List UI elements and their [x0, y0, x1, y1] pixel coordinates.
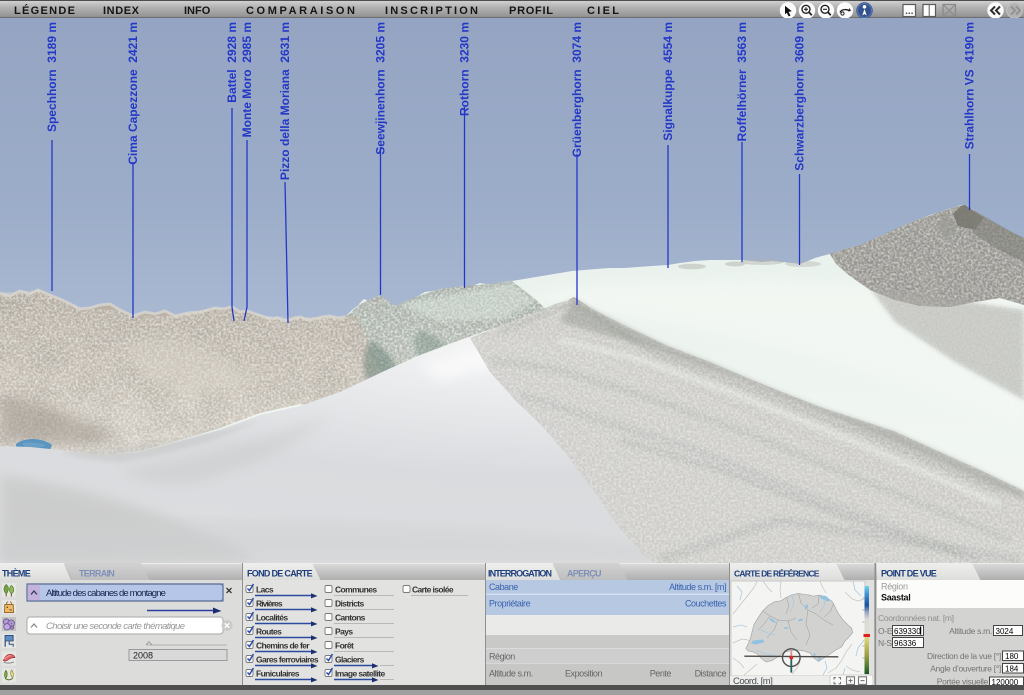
svg-text:Signalkuppe 4554 m: Signalkuppe 4554 m: [661, 22, 675, 141]
svg-text:Pente: Pente: [650, 669, 672, 679]
svg-text:INTERROGATION: INTERROGATION: [488, 569, 552, 579]
svg-text:Lacs: Lacs: [256, 584, 274, 594]
svg-text:Rothorn 3230 m: Rothorn 3230 m: [458, 22, 472, 116]
svg-text:Direction de la vue [°]: Direction de la vue [°]: [927, 651, 1001, 661]
svg-text:Battel 2928 m: Battel 2928 m: [225, 22, 239, 103]
svg-text:Distance: Distance: [695, 669, 727, 679]
svg-text:180: 180: [1005, 652, 1019, 661]
svg-text:Forêt: Forêt: [335, 640, 354, 650]
svg-text:639330: 639330: [894, 627, 921, 636]
svg-text:Cabane: Cabane: [489, 582, 518, 592]
svg-text:3024: 3024: [996, 627, 1014, 636]
svg-text:POINT DE VUE: POINT DE VUE: [881, 569, 937, 579]
svg-text:INDEX: INDEX: [103, 5, 140, 17]
svg-text:O-E: O-E: [878, 626, 893, 636]
svg-text:N-S: N-S: [878, 638, 892, 648]
svg-text:Districts: Districts: [335, 598, 364, 608]
svg-text:Altitude s.m.: Altitude s.m.: [949, 626, 992, 636]
svg-text:INSCRIPTION: INSCRIPTION: [385, 5, 478, 17]
svg-text:Communes: Communes: [335, 584, 377, 594]
svg-text:Routes: Routes: [256, 626, 282, 636]
svg-text:Schwarzberghorn 3609 m: Schwarzberghorn 3609 m: [793, 22, 807, 171]
svg-text:Altitude des cabanes de montag: Altitude des cabanes de montagne: [46, 588, 166, 599]
svg-text:Angle d’ouverture [°]: Angle d’ouverture [°]: [930, 664, 1001, 674]
svg-text:Propriétaire: Propriétaire: [489, 599, 531, 609]
svg-text:Coordonnées nat. [m]: Coordonnées nat. [m]: [878, 613, 954, 623]
svg-text:96336: 96336: [894, 639, 917, 648]
svg-text:Spechhorn 3189 m: Spechhorn 3189 m: [45, 22, 59, 132]
svg-text:Carte isolée: Carte isolée: [412, 584, 454, 594]
svg-text:INFO: INFO: [184, 5, 211, 17]
svg-text:Grüenberghorn 3074 m: Grüenberghorn 3074 m: [570, 22, 584, 157]
svg-text:Chemins de fer: Chemins de fer: [256, 640, 310, 650]
svg-text:APERÇU: APERÇU: [567, 569, 601, 579]
svg-text:Cima Capezzone 2421 m: Cima Capezzone 2421 m: [126, 22, 140, 165]
svg-text:Monte Moro 2985 m: Monte Moro 2985 m: [240, 22, 254, 137]
svg-text:Strahlhorn VS 4190 m: Strahlhorn VS 4190 m: [963, 22, 977, 149]
svg-text:Image satellite: Image satellite: [335, 668, 385, 678]
svg-text:Pays: Pays: [335, 626, 353, 636]
svg-text:Couchettes: Couchettes: [685, 599, 727, 609]
svg-text:Région: Région: [489, 652, 515, 662]
svg-text:184: 184: [1005, 665, 1019, 674]
svg-text:Roffelhörner 3563 m: Roffelhörner 3563 m: [735, 22, 749, 141]
svg-text:Région: Région: [881, 582, 908, 592]
svg-text:PROFIL: PROFIL: [509, 5, 553, 17]
svg-text:Altitude s.m.: Altitude s.m.: [489, 669, 533, 679]
svg-text:Choisir une seconde carte thém: Choisir une seconde carte thématique: [46, 621, 185, 632]
svg-text:Glaciers: Glaciers: [335, 654, 365, 664]
svg-text:CARTE DE RÉFÉRENCE: CARTE DE RÉFÉRENCE: [734, 569, 820, 579]
svg-text:2008: 2008: [133, 650, 153, 660]
svg-text:Seewjinenhorn 3205 m: Seewjinenhorn 3205 m: [374, 22, 388, 155]
svg-text:Saastal: Saastal: [881, 593, 910, 603]
svg-text:Pizzo della Moriana 2631 m: Pizzo della Moriana 2631 m: [278, 22, 292, 180]
svg-text:Exposition: Exposition: [565, 669, 602, 679]
svg-text:LÉGENDE: LÉGENDE: [14, 4, 75, 17]
svg-text:FOND DE CARTE: FOND DE CARTE: [247, 569, 313, 579]
svg-text:Cantons: Cantons: [335, 612, 366, 622]
svg-text:CIEL: CIEL: [587, 5, 619, 17]
svg-text:Funiculaires: Funiculaires: [256, 668, 300, 678]
svg-text:Localités: Localités: [256, 612, 288, 622]
svg-text:Altitude s.m. [m]: Altitude s.m. [m]: [669, 582, 726, 592]
svg-text:Rivières: Rivières: [256, 598, 283, 608]
svg-text:TERRAIN: TERRAIN: [79, 569, 114, 579]
svg-text:THÈME: THÈME: [2, 569, 31, 579]
svg-text:COMPARAISON: COMPARAISON: [246, 5, 355, 17]
svg-text:Gares ferroviaires: Gares ferroviaires: [256, 654, 319, 664]
